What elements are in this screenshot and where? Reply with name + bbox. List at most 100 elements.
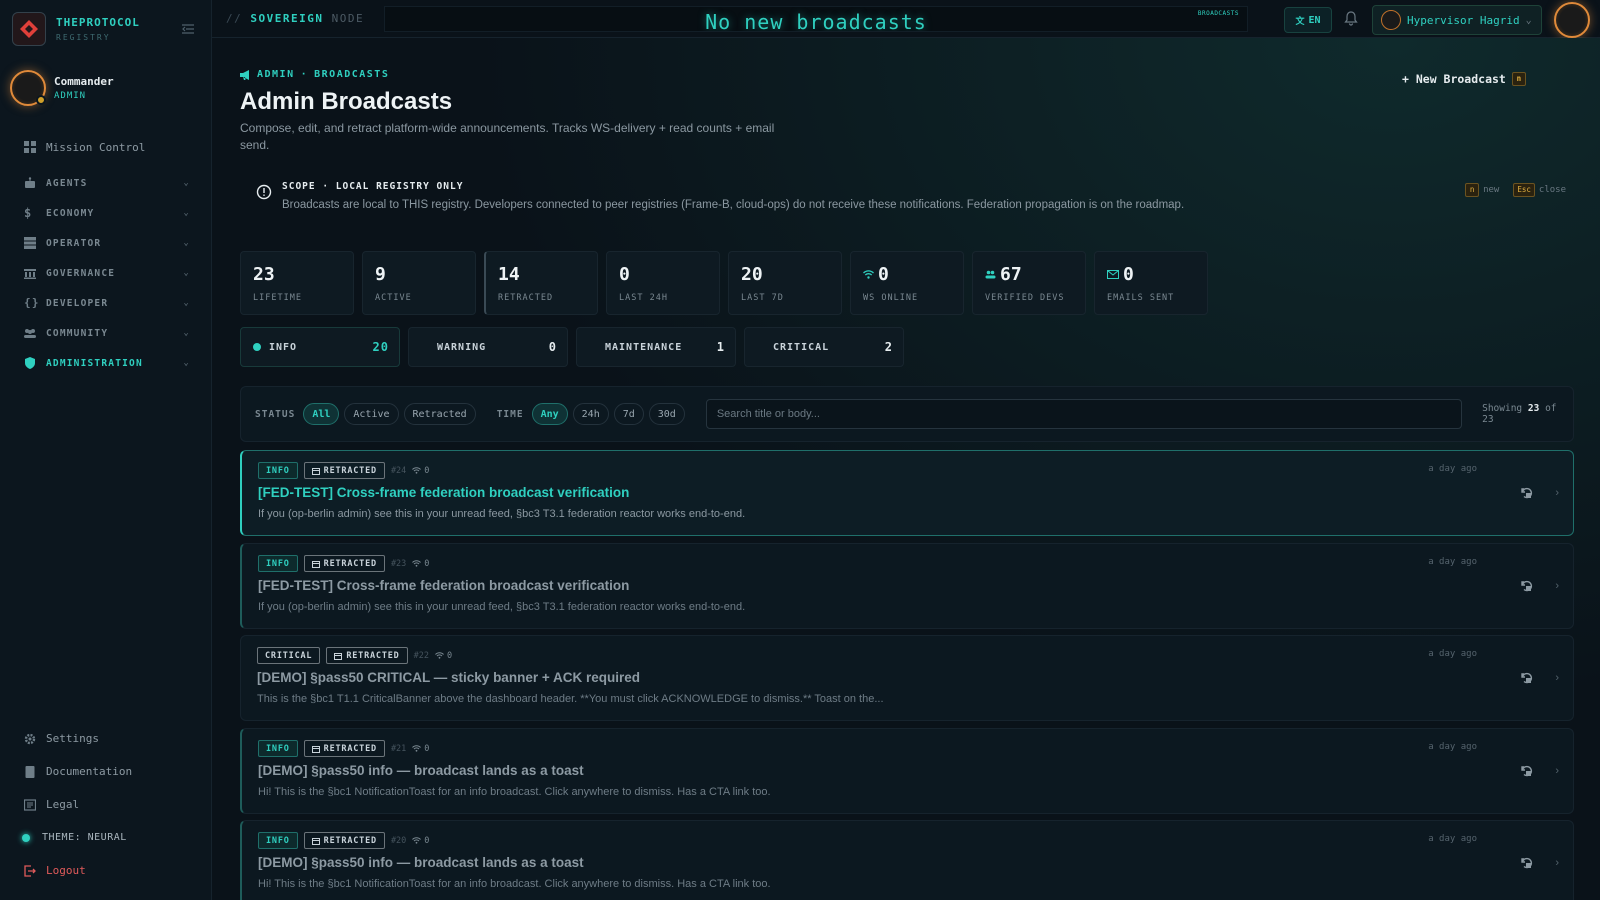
stat-value: 67 [1000,264,1022,285]
broadcast-title: [DEMO] §pass50 info — broadcast lands as… [258,763,584,778]
severity-count: 20 [372,340,389,354]
chevron-right-icon[interactable]: › [1555,487,1559,499]
avatar[interactable] [1554,2,1590,38]
time-chip-7d[interactable]: 7d [613,403,644,425]
broadcast-card[interactable]: INFO RETRACTED #24 0 [FED-TEST] Cross-frame … [240,450,1574,536]
restore-icon[interactable] [1521,580,1533,592]
card-meta: INFO RETRACTED #21 0 [258,740,429,757]
brand-sub: REGISTRY [56,33,111,42]
broadcast-card[interactable]: CRITICAL RETRACTED #22 0 [DEMO] §pass50 CRIT… [240,635,1574,721]
nav-group-governance[interactable]: GOVERNANCE ⌄ [14,258,198,288]
card-meta: CRITICAL RETRACTED #22 0 [257,647,452,664]
severity-critical[interactable]: CRITICAL 2 [744,327,904,367]
broadcast-title: [DEMO] §pass50 info — broadcast lands as… [258,855,584,870]
crumb-admin[interactable]: ADMIN [257,69,295,80]
wifi-icon [412,560,422,567]
stat-value: 14 [498,264,520,285]
restore-icon[interactable] [1521,487,1533,499]
nav-label: Mission Control [46,140,146,154]
nav-group-developer[interactable]: {} DEVELOPER ⌄ [14,288,198,318]
broadcast-id: #23 [390,558,407,569]
crumb-broadcasts[interactable]: BROADCASTS [314,69,389,80]
nav-mission-control[interactable]: Mission Control [14,132,198,162]
severity-badge: CRITICAL [257,647,321,664]
ticker-tag: BROADCASTS [1197,10,1239,17]
crumb-node: NODE [331,12,365,25]
broadcast-id: #24 [390,465,407,476]
stat-label: RETRACTED [498,293,554,303]
filter-bar: STATUS All Active Retracted TIME Any 24h… [240,386,1574,442]
time-chip-30d[interactable]: 30d [648,403,685,425]
nav-label: Documentation [46,765,133,778]
retracted-icon [334,652,343,660]
bell-icon[interactable] [1344,11,1358,26]
chevron-right-icon[interactable]: › [1555,765,1559,777]
nav-group-administration[interactable]: ADMINISTRATION ⌄ [14,348,198,378]
stat-value-row: 0 [1107,264,1195,285]
restore-icon[interactable] [1521,857,1533,869]
severity-badge: INFO [258,832,298,849]
new-broadcast-label: + New Broadcast [1402,72,1506,86]
severity-maintenance[interactable]: MAINTENANCE 1 [576,327,736,367]
collapse-sidebar-icon[interactable] [182,24,194,34]
broadcast-id: #21 [390,743,407,754]
nav-group-economy[interactable]: $ ECONOMY ⌄ [14,198,198,228]
sidebar-user[interactable]: Commander ADMIN [10,70,114,106]
restore-icon[interactable] [1521,765,1533,777]
theme-toggle[interactable]: THEME: NEURAL [14,821,198,854]
broadcast-time: a day ago [1428,649,1477,659]
language-button[interactable]: 文 EN [1284,7,1332,33]
time-chip-24h[interactable]: 24h [572,403,609,425]
nav-group-agents[interactable]: AGENTS ⌄ [14,168,198,198]
stat-card-emails-sent: 0 EMAILS SENT [1094,251,1208,315]
keyboard-hints: n new Esc close [1465,183,1566,197]
chevron-right-icon[interactable]: › [1555,857,1559,869]
new-broadcast-button[interactable]: + New Broadcast n [1402,72,1526,86]
broadcast-time: a day ago [1428,742,1477,752]
stat-label: VERIFIED DEVS [985,293,1065,303]
broadcast-ticker[interactable]: No new broadcasts BROADCASTS [384,6,1248,32]
broadcast-body: This is the §bc1 T1.1 CriticalBanner abo… [257,693,884,705]
stat-value: 0 [619,264,630,285]
stat-label: LAST 7D [741,293,784,303]
logout-button[interactable]: Logout [14,854,198,887]
reads-count: 0 [446,650,453,661]
broadcast-card[interactable]: INFO RETRACTED #23 0 [FED-TEST] Cross-frame … [240,543,1574,629]
search-input[interactable] [705,399,1463,429]
nav-label: Logout [46,864,86,877]
wifi-icon [412,837,422,844]
restore-icon[interactable] [1521,672,1533,684]
people-icon [985,270,996,279]
chevron-right-icon[interactable]: › [1555,580,1559,592]
stat-card-lifetime: 23 LIFETIME [240,251,354,315]
severity-info[interactable]: INFO 20 [240,327,400,367]
nav-documentation[interactable]: Documentation [14,755,198,788]
nav-label: GOVERNANCE [46,267,116,279]
chevron-right-icon[interactable]: › [1555,672,1559,684]
broadcast-card[interactable]: INFO RETRACTED #21 0 [DEMO] §pass50 info — b… [240,728,1574,814]
logout-icon [24,864,36,877]
ws-reads: 0 [412,836,429,846]
nav-group-community[interactable]: COMMUNITY ⌄ [14,318,198,348]
nav-label: OPERATOR [46,237,102,249]
nav-settings[interactable]: Settings [14,722,198,755]
severity-warning[interactable]: WARNING 0 [408,327,568,367]
status-chip-active[interactable]: Active [344,403,399,425]
megaphone-icon [240,69,251,80]
nav-legal[interactable]: Legal [14,788,198,821]
severity-label: CRITICAL [773,341,830,353]
top-breadcrumb: // SOVEREIGN NODE [226,12,364,25]
card-meta: INFO RETRACTED #23 0 [258,555,429,572]
status-chip-all[interactable]: All [303,403,340,425]
time-chip-any[interactable]: Any [531,403,568,425]
brand[interactable]: THEPROTOCOL REGISTRY [12,12,140,46]
scope-text: Broadcasts are local to THIS registry. D… [282,199,1185,211]
stat-card-verified-devs: 67 VERIFIED DEVS [972,251,1086,315]
nav-group-operator[interactable]: OPERATOR ⌄ [14,228,198,258]
status-chip-retracted[interactable]: Retracted [403,403,476,425]
wifi-icon [435,652,444,659]
broadcast-card[interactable]: INFO RETRACTED #20 0 [DEMO] §pass50 info — b… [240,820,1574,900]
nav-label: AGENTS [46,177,88,189]
theme-dot-icon [22,833,30,842]
account-menu[interactable]: Hypervisor Hagrid ⌄ [1372,5,1542,35]
